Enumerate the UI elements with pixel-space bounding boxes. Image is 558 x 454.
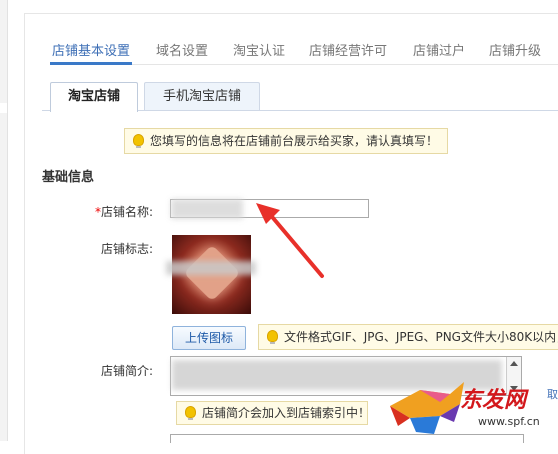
tab-domain-settings[interactable]: 域名设置 xyxy=(156,40,208,59)
left-sidebar-strip xyxy=(0,0,8,441)
site-watermark: 东发网 www.spf.cn 取 xyxy=(380,376,558,438)
tab-mobile-taobao-shop[interactable]: 手机淘宝店铺 xyxy=(144,82,260,110)
bull-logo-icon xyxy=(390,382,464,434)
info-notice: 您填写的信息将在店铺前台展示给买家，请认真填写！ xyxy=(124,128,448,154)
section-title-basic-info: 基础信息 xyxy=(42,170,95,185)
watermark-brand: 东发网 xyxy=(460,387,527,413)
tab-business-license[interactable]: 店铺经营许可 xyxy=(309,40,387,59)
tab-shop-transfer[interactable]: 店铺过户 xyxy=(413,40,465,59)
tab-shop-basic-settings[interactable]: 店铺基本设置 xyxy=(49,40,133,65)
lightbulb-icon xyxy=(185,406,196,420)
shop-logo-label: 店铺标志: xyxy=(101,242,154,256)
tab-shop-upgrade[interactable]: 店铺升级 xyxy=(489,40,541,59)
top-tab-bar: 店铺基本设置 域名设置 淘宝认证 店铺经营许可 店铺过户 店铺升级 xyxy=(49,30,558,65)
shop-name-label-text: 店铺名称: xyxy=(101,205,154,219)
shop-name-label: *店铺名称: xyxy=(95,203,153,220)
tab-taobao-shop[interactable]: 淘宝店铺 xyxy=(50,82,138,112)
intro-hint-text: 店铺简介会加入到店铺索引中！ xyxy=(202,406,371,420)
watermark-url: www.spf.cn xyxy=(478,415,540,428)
logo-format-hint: 文件格式GIF、JPG、JPEG、PNG文件大小80K以内， xyxy=(258,324,558,350)
scroll-up-icon[interactable] xyxy=(510,361,518,366)
shop-logo-image xyxy=(166,235,256,314)
upload-logo-button[interactable]: 上传图标 xyxy=(172,326,246,350)
intro-hint: 店铺简介会加入到店铺索引中！ xyxy=(176,401,371,425)
tab-taobao-certification[interactable]: 淘宝认证 xyxy=(233,40,285,59)
notice-text: 您填写的信息将在店铺前台展示给买家，请认真填写！ xyxy=(150,134,439,148)
logo-hint-text: 文件格式GIF、JPG、JPEG、PNG文件大小80K以内， xyxy=(284,330,558,344)
sub-tab-bar: 淘宝店铺 手机淘宝店铺 xyxy=(42,82,558,112)
watermark-side-text: 取 xyxy=(547,388,558,401)
shop-intro-label: 店铺简介: xyxy=(101,364,154,378)
lightbulb-icon xyxy=(133,134,144,148)
redacted-shop-name xyxy=(171,199,243,219)
lightbulb-icon xyxy=(267,330,278,344)
